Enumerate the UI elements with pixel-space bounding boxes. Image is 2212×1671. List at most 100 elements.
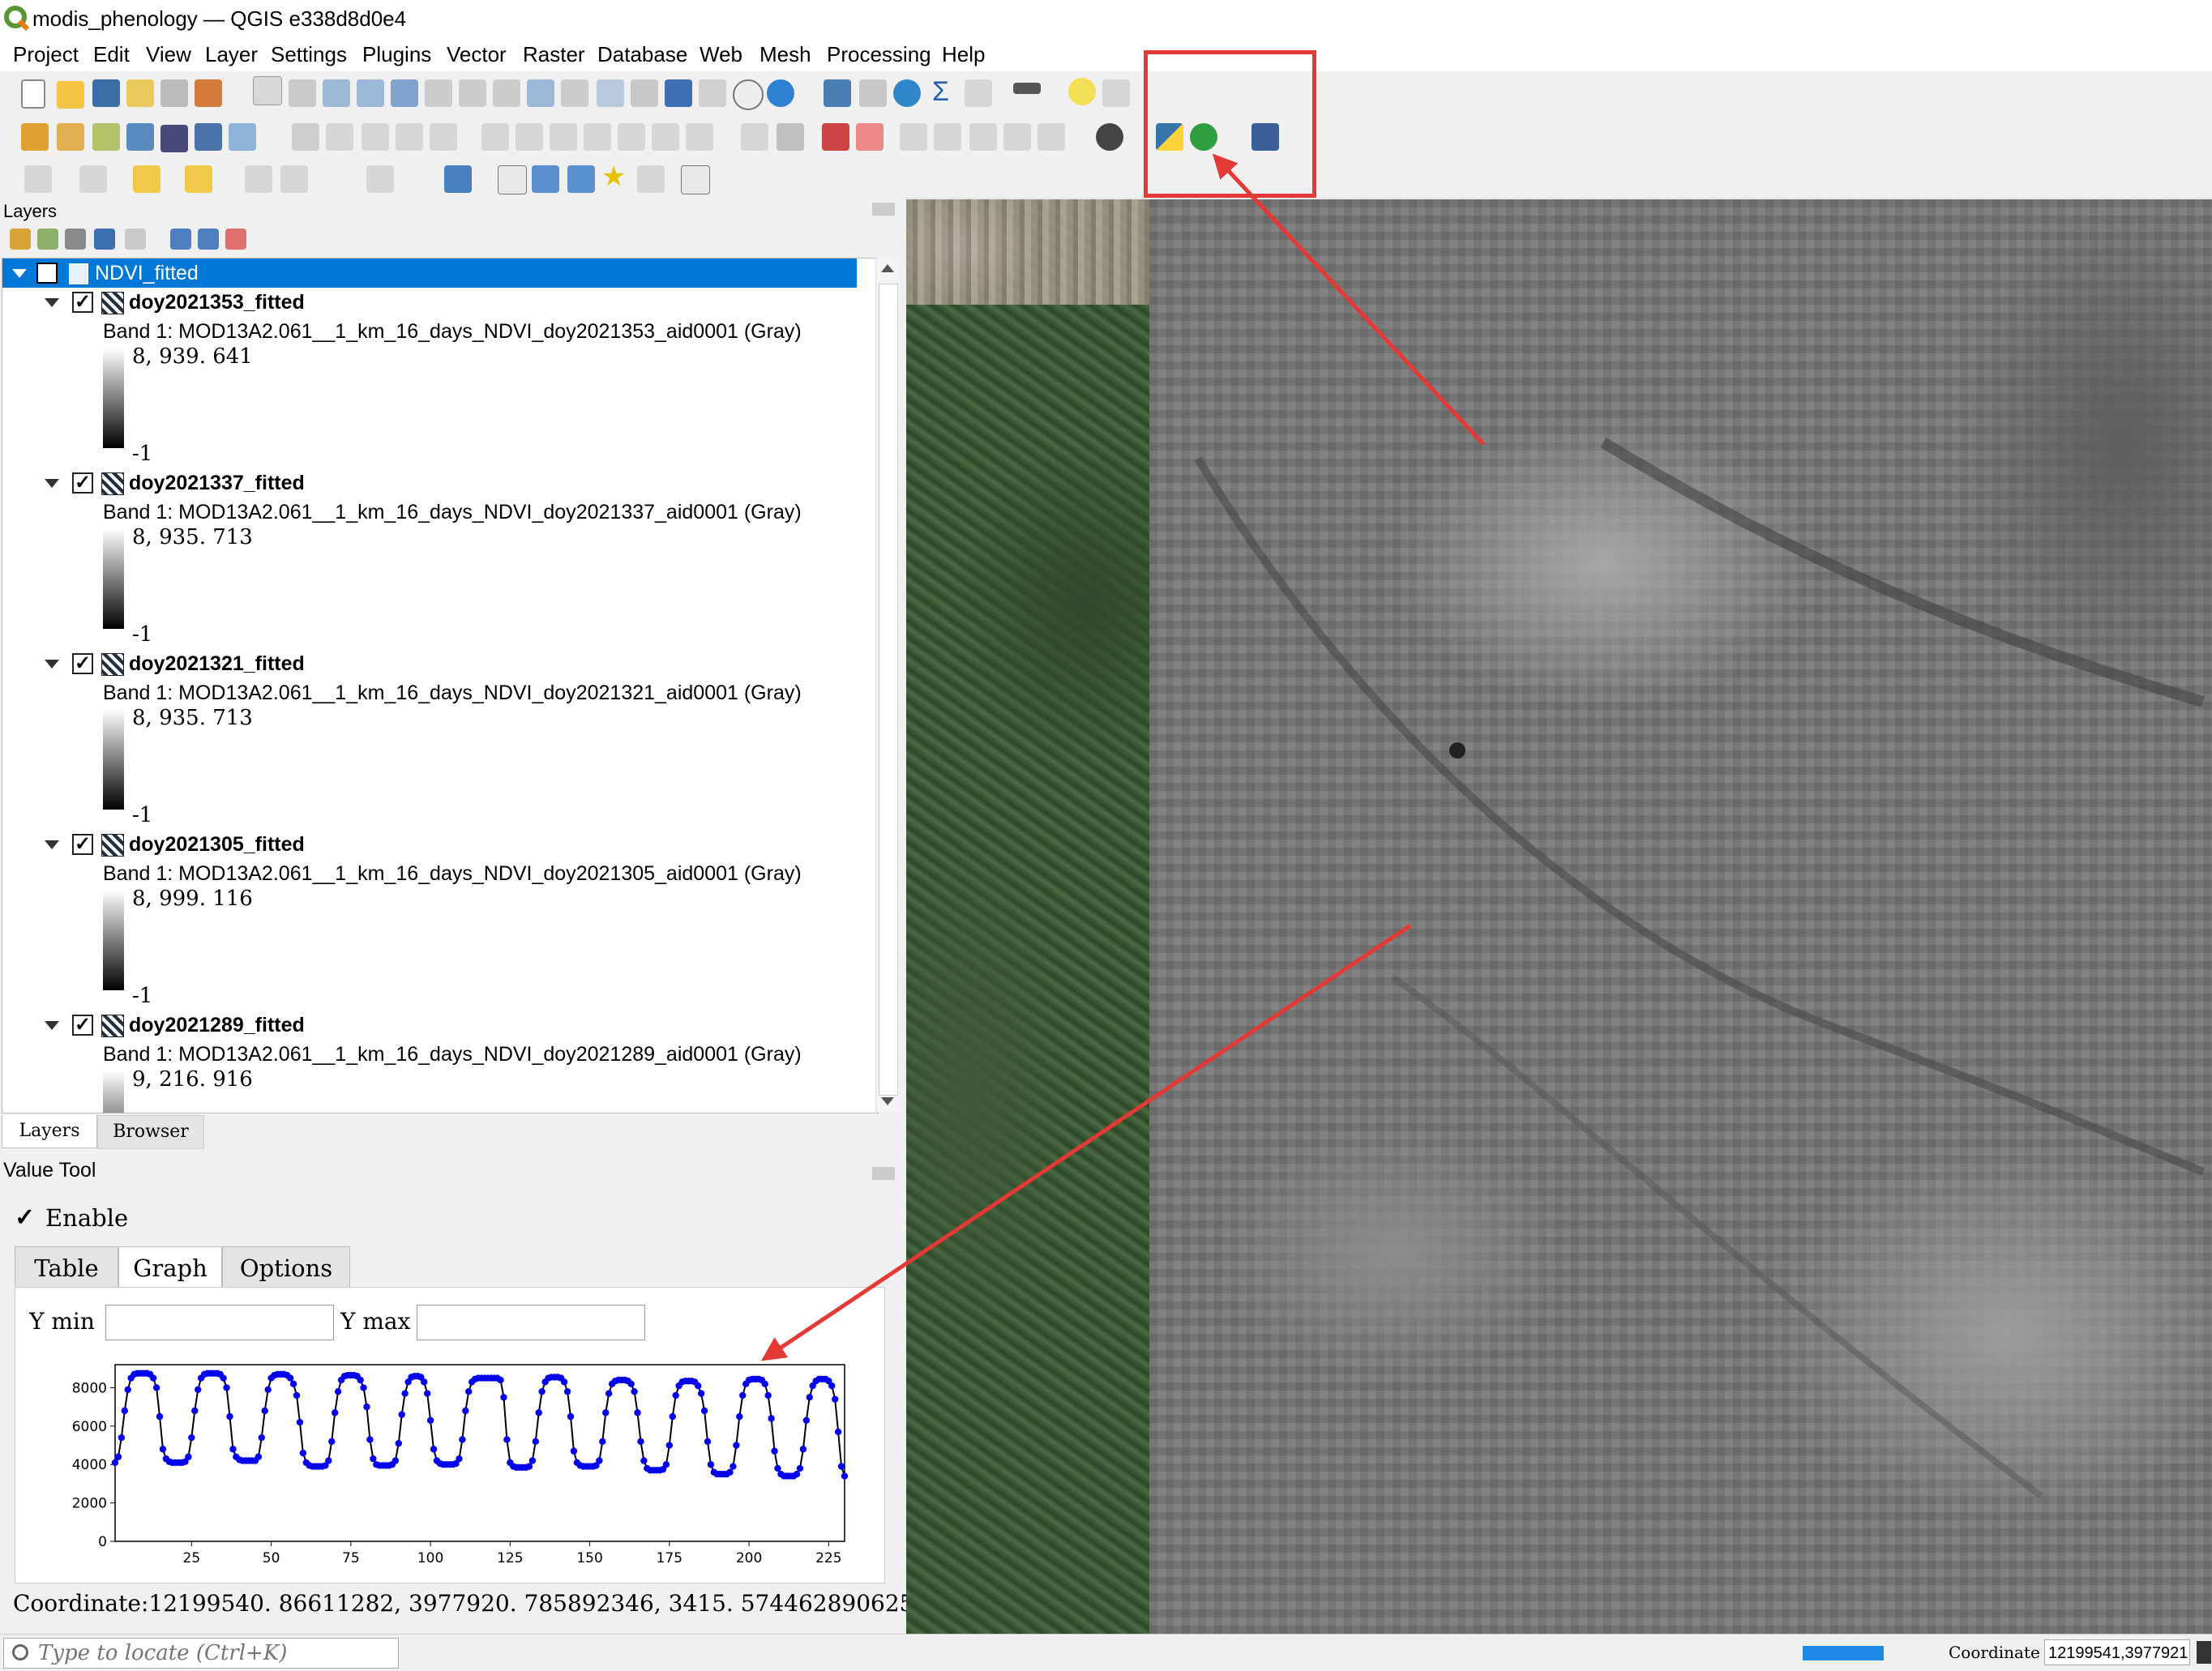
menu-raster[interactable]: Raster <box>523 37 585 71</box>
label-change-icon[interactable] <box>856 123 884 151</box>
redo-icon[interactable] <box>686 123 713 151</box>
add-raster-layer-icon[interactable] <box>126 123 154 151</box>
add-geopackage-icon[interactable] <box>57 123 84 151</box>
scroll-down-icon[interactable] <box>881 1097 894 1105</box>
expand-arrow-icon[interactable] <box>12 269 27 278</box>
layer-row[interactable]: ✓ doy2021337_fitted <box>2 468 857 498</box>
identify-features-icon[interactable] <box>824 79 851 107</box>
new-map-view-icon[interactable] <box>597 79 624 107</box>
add-vector-layer-icon[interactable] <box>92 123 120 151</box>
locator-input[interactable] <box>36 1640 388 1666</box>
scroll-up-icon[interactable] <box>881 264 894 272</box>
gear-icon[interactable] <box>893 79 921 107</box>
style-layer-icon[interactable] <box>10 229 31 250</box>
menu-plugins[interactable]: Plugins <box>362 37 431 71</box>
digitize-icon[interactable] <box>292 123 319 151</box>
tab-browser[interactable]: Browser <box>97 1115 204 1149</box>
menu-database[interactable]: Database <box>597 37 687 71</box>
label-unpin-icon[interactable] <box>1038 123 1065 151</box>
layer-visibility-checkbox[interactable]: ✓ <box>72 834 93 855</box>
refresh-icon[interactable] <box>767 79 794 107</box>
filter-legend-icon[interactable] <box>94 229 115 250</box>
coordinate-field[interactable]: 12199541,3977921 <box>2044 1639 2190 1665</box>
open-table-icon[interactable] <box>965 79 992 107</box>
zoom-native-icon[interactable] <box>493 79 520 107</box>
bookmark-icon[interactable] <box>665 79 692 107</box>
expand-arrow-icon[interactable] <box>45 1021 59 1030</box>
measure-line-icon[interactable] <box>1013 83 1041 94</box>
remove-layer-icon[interactable] <box>225 229 246 250</box>
add-feature-icon[interactable] <box>396 123 423 151</box>
sigma-statistics-icon[interactable]: Σ <box>932 76 949 108</box>
layer-visibility-checkbox[interactable]: ✓ <box>72 653 93 674</box>
expand-all-icon[interactable] <box>170 229 191 250</box>
menu-edit[interactable]: Edit <box>93 37 130 71</box>
ymax-input[interactable] <box>417 1305 645 1340</box>
vertex-tool-icon[interactable] <box>430 123 457 151</box>
layer-row[interactable]: ✓ doy2021305_fitted <box>2 830 857 859</box>
menu-mesh[interactable]: Mesh <box>759 37 811 71</box>
zoom-layer-icon[interactable] <box>459 79 486 107</box>
add-wfs-icon[interactable] <box>229 123 256 151</box>
panel-float-close-icon[interactable] <box>872 1167 895 1180</box>
layer-row[interactable]: ✓ doy2021321_fitted <box>2 649 857 678</box>
text-tool-icon[interactable] <box>637 165 665 193</box>
reshape-icon[interactable] <box>366 165 394 193</box>
scroll-thumb[interactable] <box>879 284 898 1096</box>
select-value-icon[interactable] <box>79 165 107 193</box>
locator-search[interactable] <box>3 1638 399 1669</box>
label-show-hide-icon[interactable] <box>900 123 927 151</box>
print-layout-icon[interactable] <box>160 79 188 107</box>
style-manager-icon[interactable] <box>195 79 222 107</box>
attribute-table-icon[interactable] <box>859 79 887 107</box>
text-format-icon[interactable] <box>681 165 710 194</box>
map-canvas[interactable] <box>906 199 2212 1634</box>
temporal-clock-icon[interactable] <box>733 79 764 110</box>
layer-visibility-checkbox[interactable]: ✓ <box>72 292 93 313</box>
menu-layer[interactable]: Layer <box>205 37 258 71</box>
layer-group-ndvi-fitted[interactable]: ✓ NDVI_fitted <box>2 259 857 288</box>
filter-expression-icon[interactable] <box>125 229 146 250</box>
label-highlight-icon[interactable] <box>822 123 849 151</box>
label-tool-icon[interactable] <box>741 123 768 151</box>
panel-float-close-icon[interactable] <box>872 203 895 216</box>
save-project-icon[interactable] <box>92 79 120 107</box>
layer-row[interactable]: ✓ doy2021353_fitted <box>2 288 857 317</box>
group-visibility-checkbox[interactable]: ✓ <box>36 263 58 284</box>
tab-options[interactable]: Options <box>222 1246 350 1289</box>
add-spatialite-icon[interactable] <box>160 125 188 152</box>
expand-arrow-icon[interactable] <box>45 298 59 307</box>
zoom-in-icon[interactable] <box>323 79 350 107</box>
add-wms-icon[interactable] <box>195 123 222 151</box>
delete-selected-icon[interactable] <box>516 123 543 151</box>
collapse-all-icon[interactable] <box>198 229 219 250</box>
zoom-last-icon[interactable] <box>527 79 554 107</box>
label-rotate-icon[interactable] <box>969 123 997 151</box>
field-calculator-icon[interactable] <box>245 165 272 193</box>
globe-plugin-icon[interactable] <box>1096 123 1123 151</box>
toggle-editing-icon[interactable] <box>326 123 353 151</box>
select-pointer-icon[interactable] <box>498 165 527 194</box>
menu-settings[interactable]: Settings <box>271 37 347 71</box>
add-group-icon[interactable] <box>37 229 58 250</box>
layer-tree-scrollbar[interactable] <box>875 258 899 1112</box>
map-tips-icon[interactable] <box>1068 78 1096 105</box>
layer-visibility-checkbox[interactable]: ✓ <box>72 472 93 494</box>
pan-hand-icon[interactable] <box>253 76 282 105</box>
text-annotation-icon[interactable] <box>444 165 472 193</box>
modify-attributes-icon[interactable] <box>481 123 509 151</box>
enable-checkbox[interactable]: ✓ <box>15 1206 35 1230</box>
expand-arrow-icon[interactable] <box>45 840 59 849</box>
messages-icon[interactable] <box>2197 1641 2211 1664</box>
menu-help[interactable]: Help <box>942 37 985 71</box>
offset-curve-icon[interactable] <box>280 165 308 193</box>
show-bookmarks-icon[interactable] <box>699 79 726 107</box>
star-icon[interactable]: ★ <box>601 160 626 193</box>
data-source-manager-icon[interactable] <box>21 123 49 151</box>
expand-arrow-icon[interactable] <box>45 479 59 488</box>
pan-to-selection-icon[interactable] <box>289 79 316 107</box>
visibility-eye-icon[interactable] <box>65 229 86 250</box>
layer-row[interactable]: ✓ doy2021289_fitted <box>2 1011 857 1040</box>
menu-web[interactable]: Web <box>700 37 742 71</box>
deselect-all-icon[interactable] <box>133 165 160 193</box>
